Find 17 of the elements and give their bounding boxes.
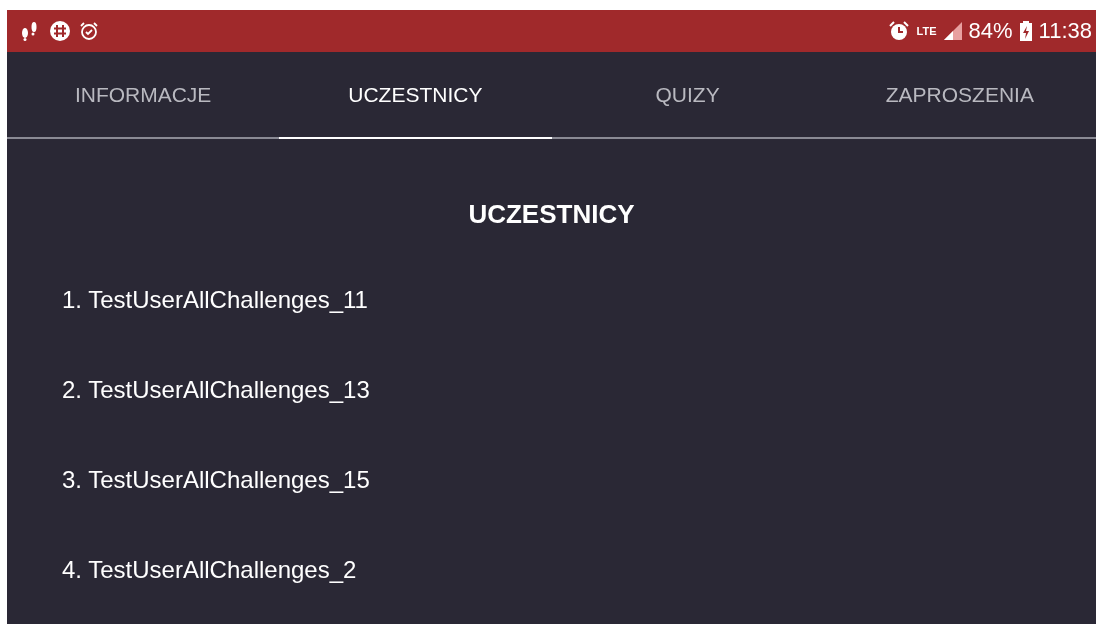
tab[interactable]: UCZESTNICY	[279, 52, 552, 137]
tab[interactable]: INFORMACJE	[7, 52, 280, 137]
hashtag-icon	[49, 20, 71, 42]
signal-icon	[943, 22, 962, 40]
participant-name: 4. TestUserAllChallenges_2	[62, 556, 358, 584]
participant-name: 1. TestUserAllChallenges_11	[62, 286, 369, 314]
battery-charging-icon	[1019, 21, 1032, 41]
participant-name: 3. TestUserAllChallenges_15	[62, 466, 371, 494]
participant-name: 2. TestUserAllChallenges_13	[62, 376, 371, 404]
network-type: LTE	[916, 25, 937, 37]
section-heading: UCZESTNICY	[468, 199, 635, 230]
tab[interactable]: QUIZY	[551, 52, 824, 137]
alarm-clock-icon	[887, 20, 910, 42]
clock: 11:38	[1038, 18, 1092, 44]
battery-level: 84%	[968, 18, 1013, 44]
alarm-clock-icon	[79, 21, 99, 41]
tab[interactable]: ZAPROSZENIA	[823, 52, 1096, 137]
